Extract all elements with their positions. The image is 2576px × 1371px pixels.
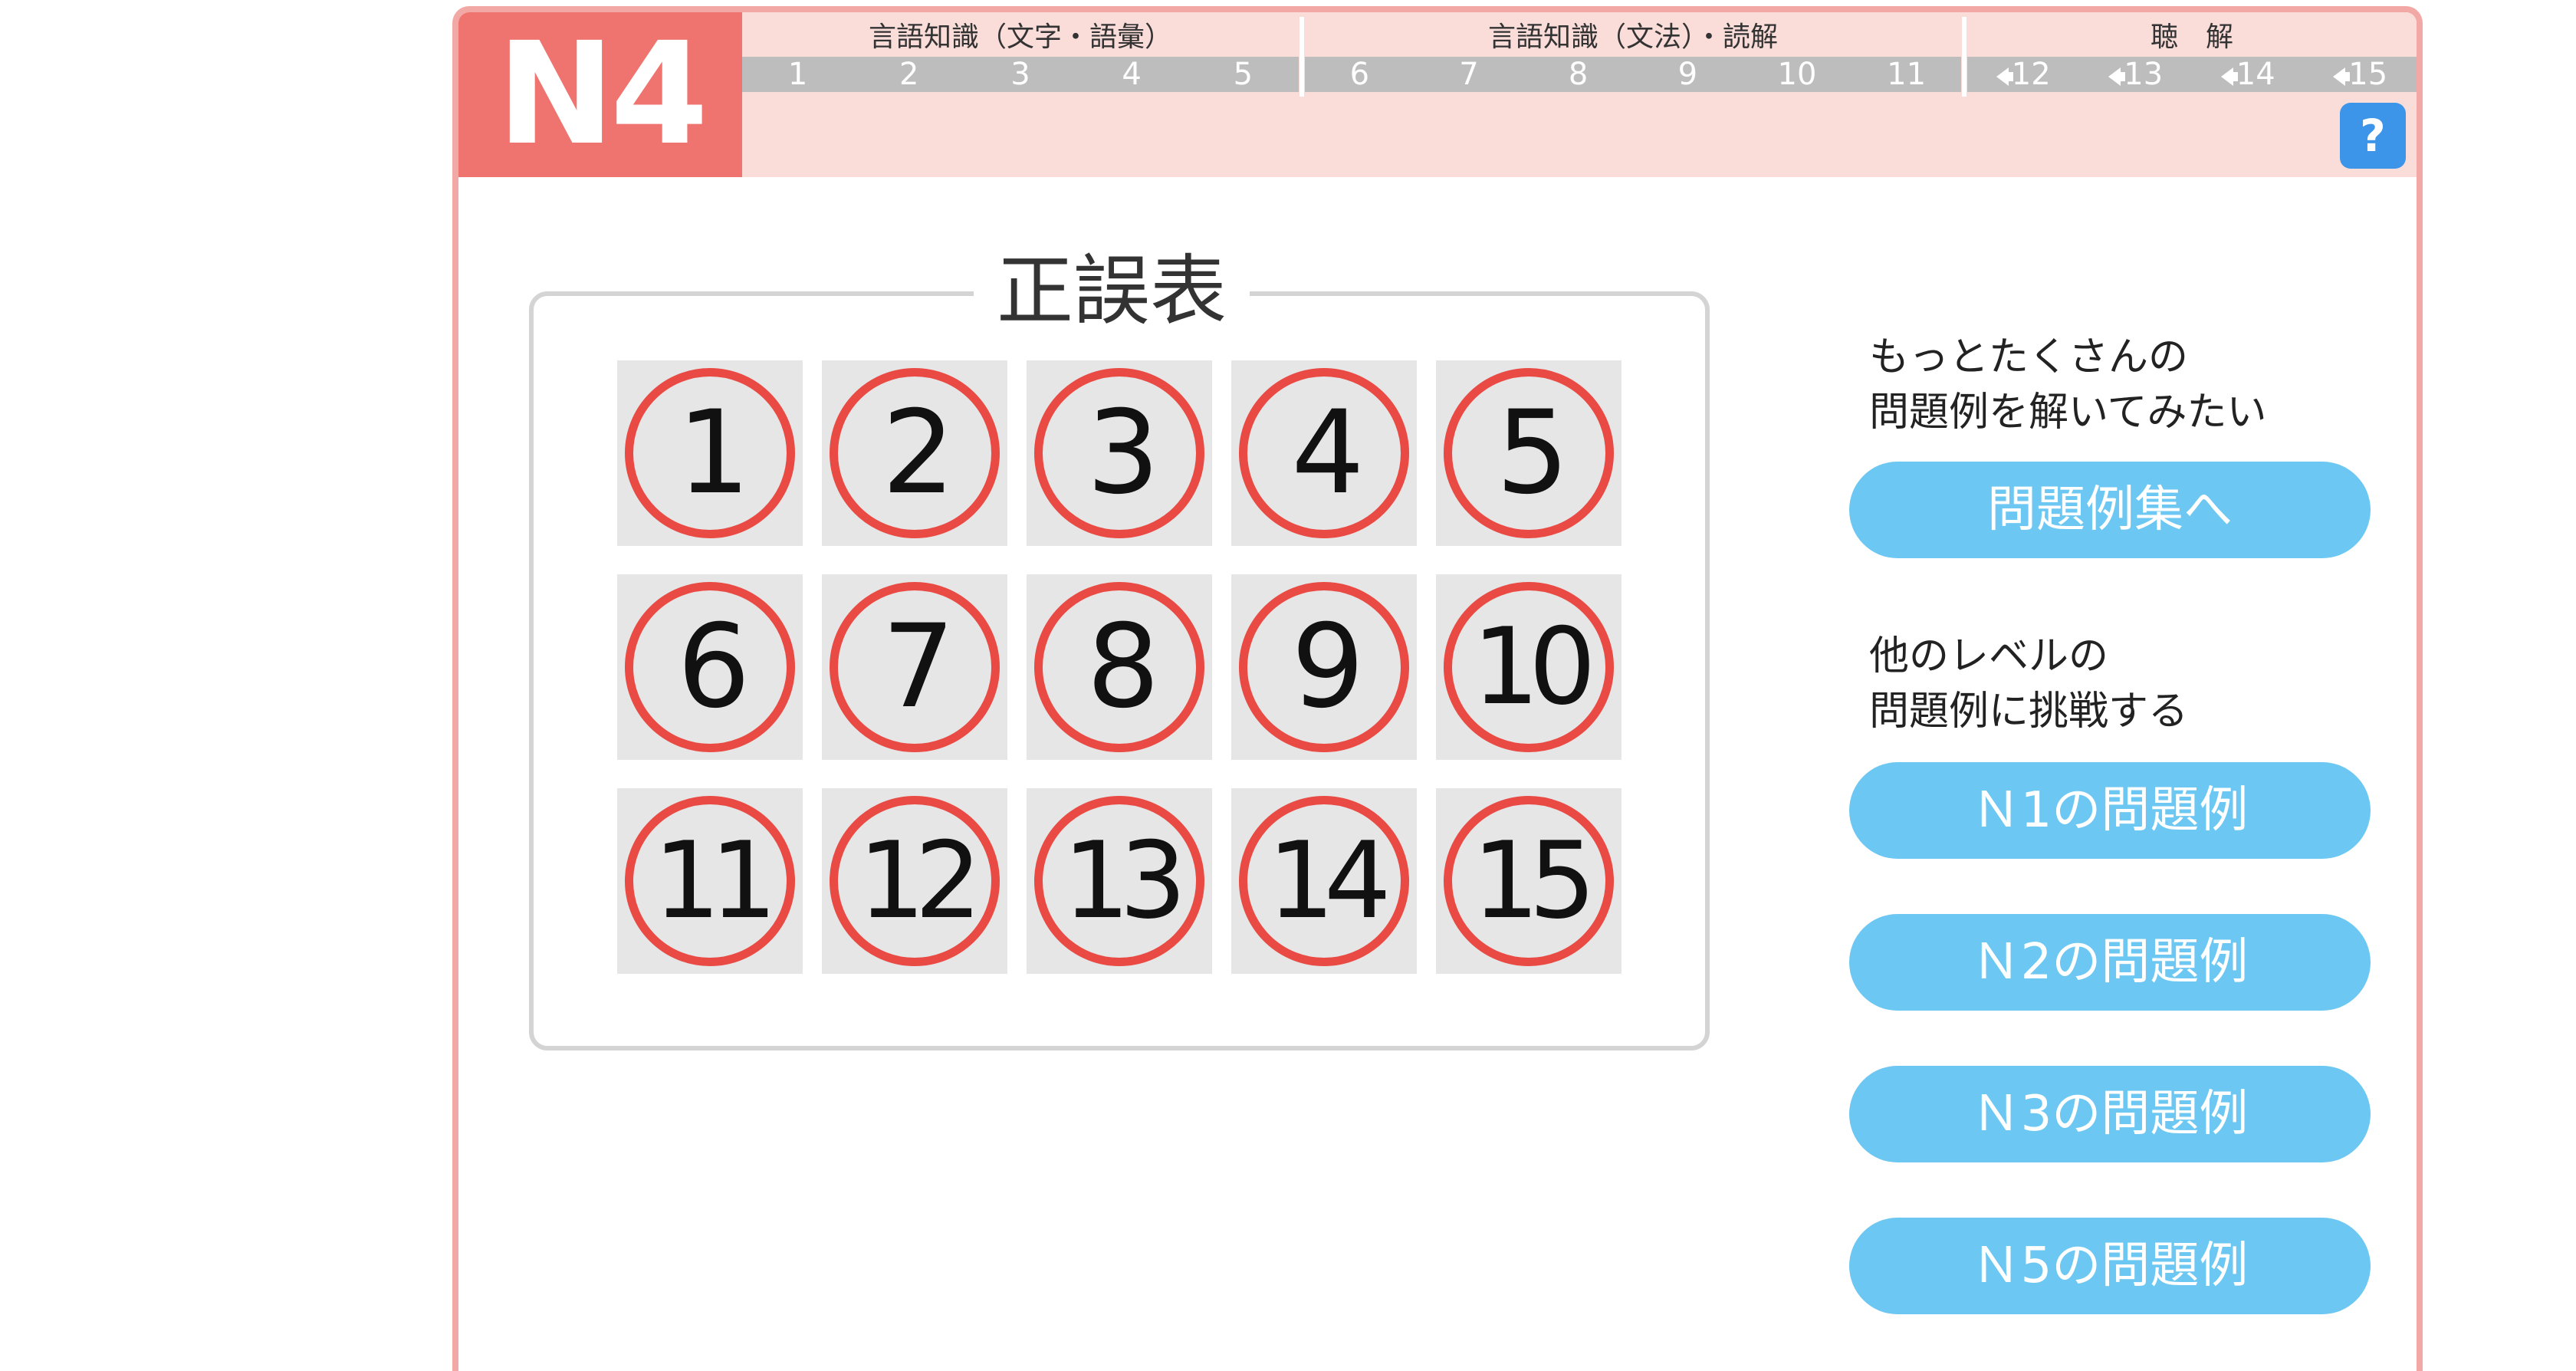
other-levels-text: 他のレベルの 問題例に挑戦する	[1869, 633, 2189, 735]
tab-row: 6 7 8 9 10 11	[1305, 57, 1961, 92]
tab-question-10[interactable]: 10	[1751, 57, 1843, 92]
tab-question-6[interactable]: 6	[1313, 57, 1405, 92]
n1-examples-button[interactable]: Ｎ1の問題例	[1849, 762, 2371, 859]
tab-question-1[interactable]: 1	[752, 57, 844, 92]
section-vocabulary: 言語知識（文字・語彙） 1 2 3 4 5	[742, 12, 1299, 95]
tab-question-5[interactable]: 5	[1197, 57, 1289, 92]
question-number: 13	[1063, 819, 1187, 942]
speaker-icon	[2220, 67, 2238, 86]
speaker-icon	[2333, 67, 2351, 86]
section-grammar-reading: 言語知識（文法）・読解 6 7 8 9 10 11	[1305, 12, 1961, 95]
n2-examples-button[interactable]: Ｎ2の問題例	[1849, 914, 2371, 1011]
tab-question-11[interactable]: 11	[1861, 57, 1953, 92]
question-number: 2	[882, 386, 955, 520]
question-number: 1	[677, 386, 750, 520]
tab-question-13[interactable]: 13	[2090, 57, 2182, 92]
score-cell-12[interactable]: 12	[822, 788, 1007, 974]
speaker-icon	[2108, 67, 2126, 86]
section-listening: 聴 解 12 13 14 15	[1967, 12, 2417, 95]
question-number: 7	[882, 600, 955, 734]
tab-row: 12 13 14 15	[1967, 57, 2417, 92]
section-title: 聴 解	[2150, 21, 2233, 53]
score-cell-8[interactable]: 8	[1027, 574, 1212, 760]
tab-question-2[interactable]: 2	[863, 57, 955, 92]
tab-question-12[interactable]: 12	[1977, 57, 2069, 92]
score-cell-6[interactable]: 6	[617, 574, 803, 760]
question-number: 14	[1267, 819, 1392, 942]
section-divider	[1962, 17, 1967, 97]
level-badge: N4	[458, 12, 742, 177]
tab-row: 1 2 3 4 5	[742, 57, 1299, 92]
score-cell-15[interactable]: 15	[1436, 788, 1622, 974]
question-number: 15	[1472, 819, 1596, 942]
n5-examples-button[interactable]: Ｎ5の問題例	[1849, 1218, 2371, 1314]
score-cell-9[interactable]: 9	[1231, 574, 1417, 760]
question-number: 8	[1086, 600, 1159, 734]
section-title: 言語知識（文法）・読解	[1487, 21, 1778, 53]
score-cell-4[interactable]: 4	[1231, 360, 1417, 546]
speaker-icon	[1996, 67, 2013, 86]
tab-question-15[interactable]: 15	[2315, 57, 2407, 92]
tab-question-4[interactable]: 4	[1086, 57, 1178, 92]
example-collection-button[interactable]: 問題例集へ	[1849, 462, 2371, 558]
score-cell-14[interactable]: 14	[1231, 788, 1417, 974]
score-cell-3[interactable]: 3	[1027, 360, 1212, 546]
n3-examples-button[interactable]: Ｎ3の問題例	[1849, 1066, 2371, 1162]
tab-question-7[interactable]: 7	[1423, 57, 1515, 92]
question-number: 3	[1086, 386, 1159, 520]
score-cell-7[interactable]: 7	[822, 574, 1007, 760]
tab-question-14[interactable]: 14	[2202, 57, 2294, 92]
tab-question-9[interactable]: 9	[1641, 57, 1733, 92]
score-cell-13[interactable]: 13	[1027, 788, 1212, 974]
question-number: 12	[858, 819, 982, 942]
question-number: 6	[677, 600, 750, 734]
score-cell-2[interactable]: 2	[822, 360, 1007, 546]
score-cell-11[interactable]: 11	[617, 788, 803, 974]
section-divider	[1300, 17, 1304, 97]
help-button[interactable]: ?	[2340, 103, 2406, 169]
score-cell-5[interactable]: 5	[1436, 360, 1622, 546]
section-tabs: 言語知識（文字・語彙） 1 2 3 4 5 言語知識（文法）・読解 6 7 8 …	[742, 12, 2417, 97]
question-number: 4	[1291, 386, 1364, 520]
tab-question-8[interactable]: 8	[1533, 57, 1625, 92]
header-bar: N4 言語知識（文字・語彙） 1 2 3 4 5 言語知識（文法）・読解 6 7	[458, 12, 2417, 177]
question-number: 10	[1472, 605, 1596, 728]
score-table-title: 正誤表	[974, 245, 1250, 337]
more-examples-text: もっとたくさんの 問題例を解いてみたい	[1869, 334, 2267, 436]
question-number: 5	[1496, 386, 1569, 520]
section-title: 言語知識（文字・語彙）	[868, 21, 1172, 53]
score-cell-1[interactable]: 1	[617, 360, 803, 546]
score-cell-10[interactable]: 10	[1436, 574, 1622, 760]
question-number: 9	[1291, 600, 1364, 734]
question-number: 11	[653, 819, 777, 942]
tab-question-3[interactable]: 3	[974, 57, 1066, 92]
